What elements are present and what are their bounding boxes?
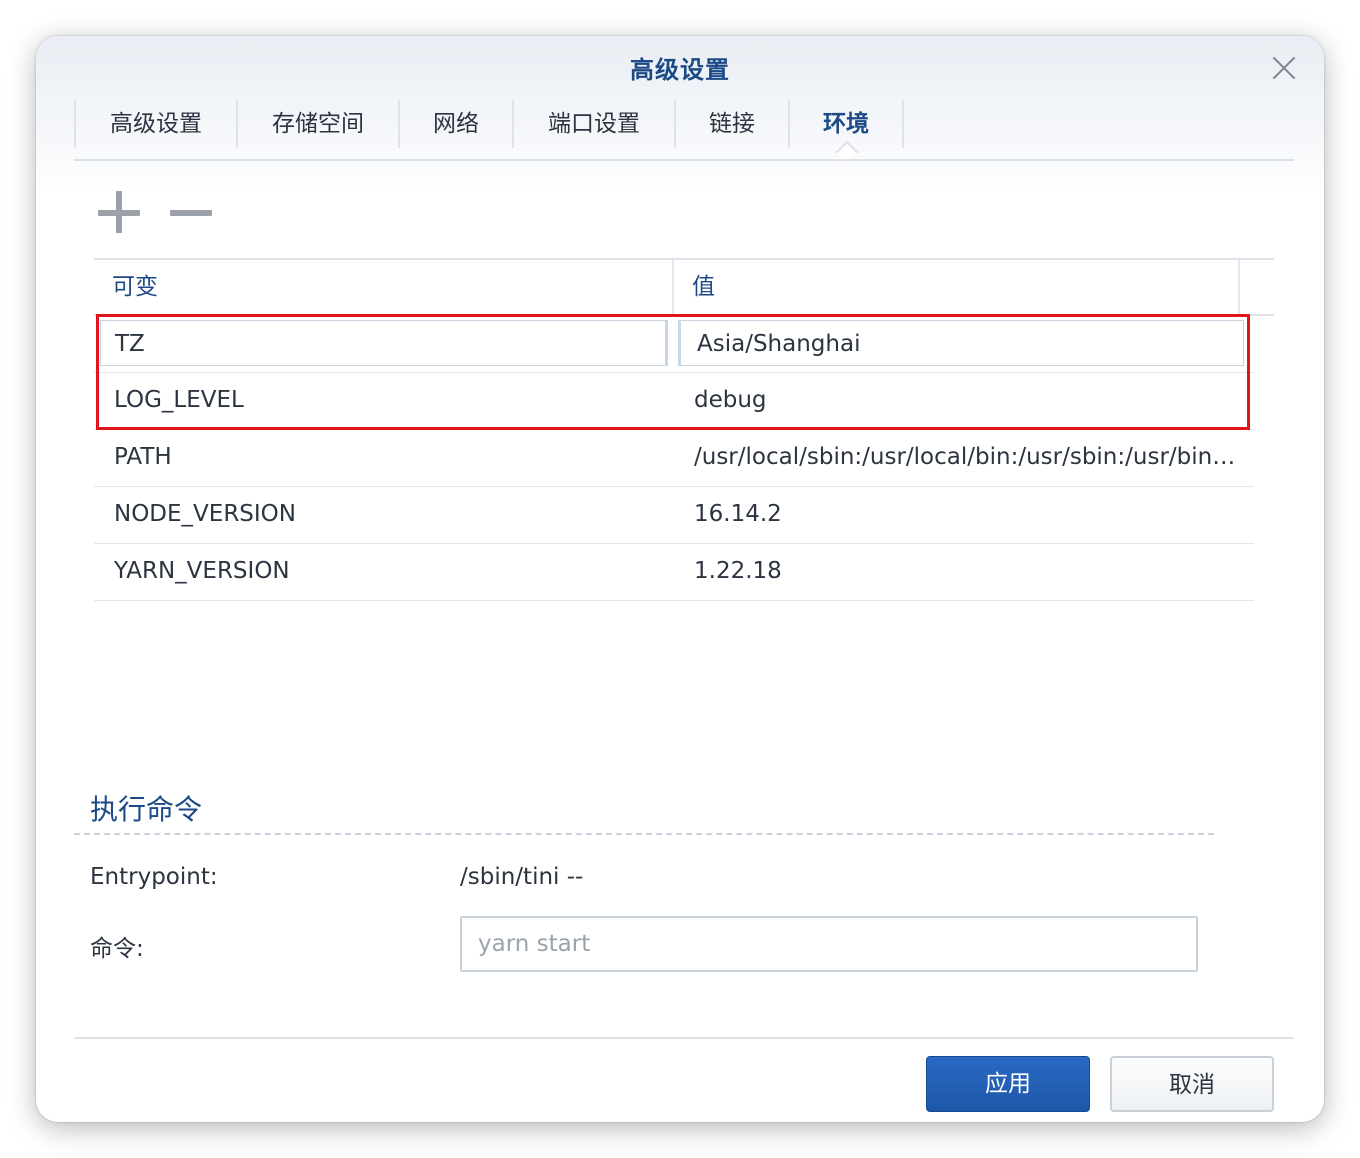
tab-storage[interactable]: 存储空间: [238, 100, 400, 148]
table-row[interactable]: YARN_VERSION 1.22.18: [94, 544, 1254, 601]
entrypoint-label: Entrypoint:: [90, 864, 218, 890]
tab-port-settings[interactable]: 端口设置: [514, 100, 676, 148]
variable-cell[interactable]: TZ: [100, 320, 668, 366]
cancel-button[interactable]: 取消: [1110, 1056, 1274, 1112]
tab-environment[interactable]: 环境: [790, 100, 904, 164]
table-header: 可变 值: [94, 258, 1274, 316]
advanced-settings-dialog: 高级设置 高级设置 存储空间 网络 端口设置 链接 环境 可变 值 TZ Asi…: [36, 36, 1324, 1122]
close-icon[interactable]: [1268, 52, 1300, 84]
value-cell: /usr/local/sbin:/usr/local/bin:/usr/sbin…: [694, 444, 1242, 470]
minus-icon[interactable]: [170, 191, 214, 235]
footer-divider: [74, 1037, 1294, 1039]
variable-cell: PATH: [114, 444, 172, 470]
env-variables-table: 可变 值 TZ Asia/Shanghai LOG_LEVEL debug PA…: [94, 258, 1274, 601]
table-row[interactable]: NODE_VERSION 16.14.2: [94, 487, 1254, 544]
command-label: 命令:: [90, 936, 144, 962]
tab-environment-label: 环境: [823, 111, 869, 137]
apply-button[interactable]: 应用: [926, 1056, 1090, 1112]
command-input[interactable]: [460, 916, 1198, 972]
section-title-exec-command: 执行命令: [90, 793, 203, 826]
value-cell: 16.14.2: [694, 501, 782, 527]
value-cell[interactable]: Asia/Shanghai: [678, 320, 1244, 366]
variable-cell: YARN_VERSION: [114, 558, 290, 584]
tab-bar: 高级设置 存储空间 网络 端口设置 链接 环境: [74, 100, 904, 164]
variable-cell: LOG_LEVEL: [114, 387, 244, 413]
section-divider: [74, 833, 1214, 835]
tab-links[interactable]: 链接: [676, 100, 790, 148]
value-cell: debug: [694, 387, 767, 413]
entrypoint-value: /sbin/tini --: [460, 864, 584, 890]
tab-advanced-settings[interactable]: 高级设置: [74, 100, 238, 148]
variable-cell: NODE_VERSION: [114, 501, 296, 527]
tab-network[interactable]: 网络: [400, 100, 514, 148]
table-row[interactable]: LOG_LEVEL debug: [94, 373, 1254, 430]
table-row[interactable]: TZ Asia/Shanghai: [94, 316, 1254, 373]
value-cell: 1.22.18: [694, 558, 782, 584]
column-header-value[interactable]: 值: [674, 260, 1240, 314]
dialog-title: 高级设置: [630, 56, 730, 84]
tabs-divider: [74, 159, 1294, 161]
plus-icon[interactable]: [98, 191, 142, 235]
column-header-variable[interactable]: 可变: [94, 260, 674, 314]
table-row[interactable]: PATH /usr/local/sbin:/usr/local/bin:/usr…: [94, 430, 1254, 487]
